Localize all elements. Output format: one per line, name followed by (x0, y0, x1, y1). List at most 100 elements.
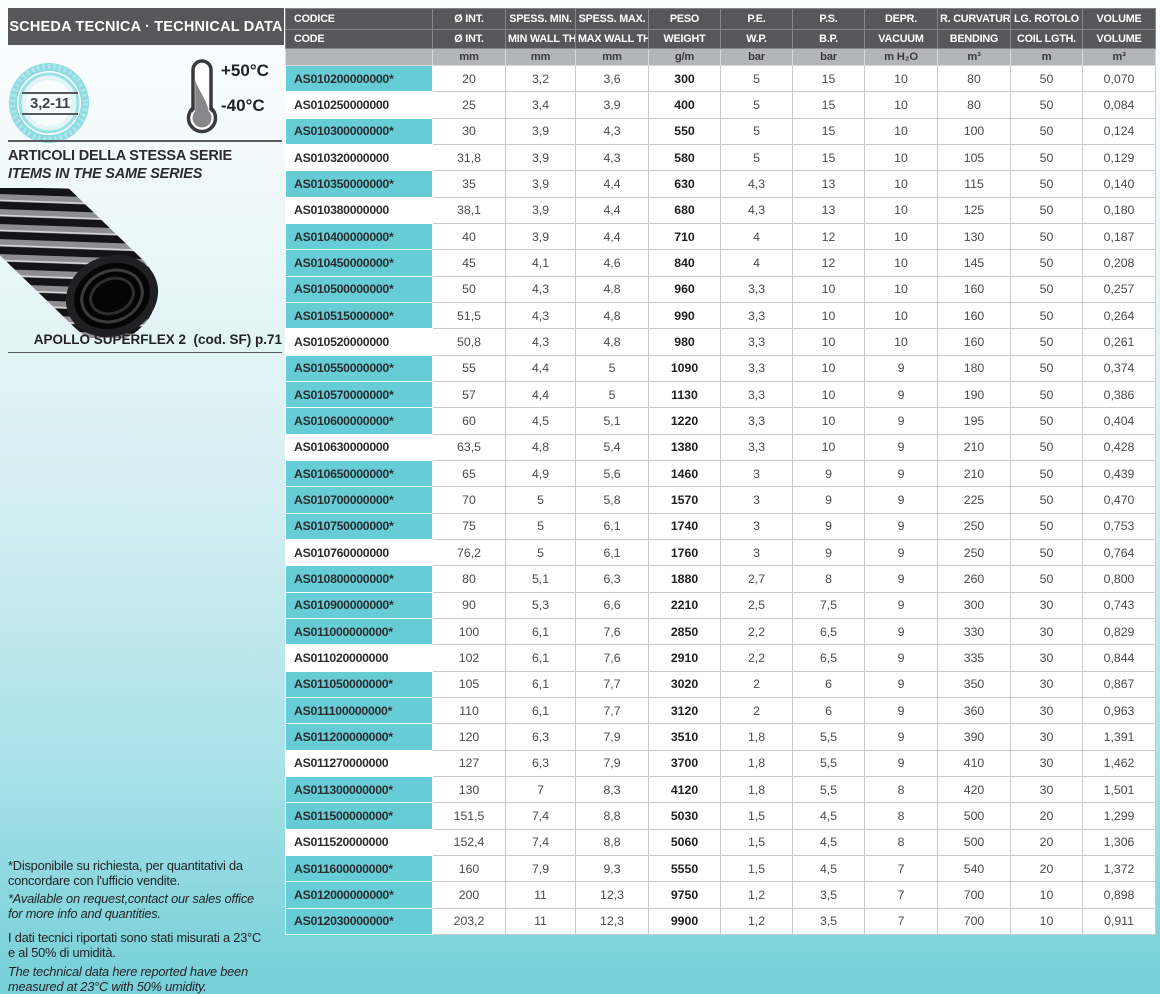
column-unit: m H₂O (864, 48, 938, 66)
value-cell: 9 (792, 538, 865, 567)
value-cell: 1570 (648, 486, 721, 514)
value-cell: 540 (937, 854, 1011, 883)
value-cell: 0,374 (1082, 354, 1156, 382)
value-cell: 50 (1010, 538, 1083, 567)
code-cell: AS010300000000* (285, 117, 433, 145)
value-cell: 3120 (648, 696, 721, 725)
value-cell: 580 (648, 143, 721, 172)
value-cell: 5 (575, 380, 649, 409)
column-header-en: B.P. (792, 29, 865, 49)
same-series-heading-en: ITEMS IN THE SAME SERIES (8, 166, 203, 182)
value-cell: 57 (432, 380, 506, 409)
value-cell: 5,8 (575, 486, 649, 514)
table-row: AS010900000000* 90 5,3 6,6 2210 2,5 7,5 9 300 30 0… (285, 591, 1156, 619)
code-cell: AS011000000000* (285, 617, 433, 646)
value-cell: 7 (864, 907, 938, 935)
column-header-it: VOLUME (1082, 8, 1156, 30)
value-cell: 1,306 (1082, 828, 1156, 856)
value-cell: 160 (432, 854, 506, 883)
code-cell: AS010570000000* (285, 380, 433, 409)
value-cell: 5,4 (575, 433, 649, 461)
value-cell: 9 (864, 380, 938, 409)
code-cell: AS010800000000* (285, 565, 433, 593)
value-cell: 30 (1010, 644, 1083, 672)
value-cell: 4,3 (720, 170, 793, 198)
value-cell: 335 (937, 644, 1011, 672)
value-cell: 1,8 (720, 723, 793, 751)
value-cell: 10 (864, 301, 938, 330)
value-cell: 105 (432, 670, 506, 698)
thermometer-icon (186, 59, 218, 134)
column-unit: m³ (1082, 48, 1156, 66)
column-unit: m (1010, 48, 1083, 66)
table-row: AS011300000000* 130 7 8,3 4120 1,8 5,5 8 420 30 1,… (285, 775, 1156, 804)
column-unit: g/m (648, 48, 721, 66)
column-header-it: Ø INT. (432, 8, 506, 30)
footnote-measurement-it: I dati tecnici riportati sono stati misu… (8, 930, 262, 961)
value-cell: 225 (937, 486, 1011, 514)
code-cell: AS010630000000 (285, 433, 433, 461)
value-cell: 11 (505, 907, 576, 935)
value-cell: 20 (1010, 802, 1083, 830)
code-cell: AS010650000000* (285, 459, 433, 488)
value-cell: 10 (864, 170, 938, 198)
value-cell: 130 (937, 222, 1011, 251)
value-cell: 3510 (648, 723, 721, 751)
table-row: AS010200000000* 20 3,2 3,6 300 5 15 10 80 50 0,070 (285, 64, 1156, 93)
value-cell: 300 (937, 591, 1011, 619)
value-cell: 12 (792, 249, 865, 277)
code-cell: AS011100000000* (285, 696, 433, 725)
value-cell: 2850 (648, 617, 721, 646)
value-cell: 10 (864, 249, 938, 277)
value-cell: 15 (792, 91, 865, 119)
column-header-it: CODICE (285, 8, 433, 30)
value-cell: 6,1 (505, 696, 576, 725)
table-row: AS011050000000* 105 6,1 7,7 3020 2 6 9 350 30 0,86… (285, 670, 1156, 698)
value-cell: 75 (432, 512, 506, 540)
value-cell: 1,391 (1082, 723, 1156, 751)
column-unit: bar (720, 48, 793, 66)
value-cell: 1,5 (720, 854, 793, 883)
value-cell: 700 (937, 881, 1011, 909)
code-cell: AS011200000000* (285, 723, 433, 751)
value-cell: 4,5 (792, 802, 865, 830)
value-cell: 5060 (648, 828, 721, 856)
value-cell: 30 (1010, 591, 1083, 619)
value-cell: 20 (432, 64, 506, 93)
table-row: AS010760000000 76,2 5 6,1 1760 3 9 9 250 50 0,764 (285, 538, 1156, 567)
value-cell: 7 (864, 881, 938, 909)
value-cell: 200 (432, 881, 506, 909)
table-row: AS011600000000* 160 7,9 9,3 5550 1,5 4,5 7 540 20… (285, 854, 1156, 883)
value-cell: 5550 (648, 854, 721, 883)
technical-data-table: CODICE Ø INT. SPESS. MIN. SPESS. MAX. PESO P.… (285, 8, 1156, 935)
value-cell: 0,963 (1082, 696, 1156, 725)
value-cell: 7,6 (575, 644, 649, 672)
value-cell: 4,4 (575, 170, 649, 198)
value-cell: 960 (648, 275, 721, 303)
value-cell: 10 (792, 433, 865, 461)
value-cell: 10 (864, 328, 938, 356)
column-header-en: VOLUME (1082, 29, 1156, 49)
column-unit: m³ (937, 48, 1011, 66)
value-cell: 50 (1010, 433, 1083, 461)
value-cell: 3020 (648, 670, 721, 698)
column-header-it: P.E. (720, 8, 793, 30)
code-cell: AS010600000000* (285, 407, 433, 435)
value-cell: 50 (1010, 275, 1083, 303)
value-cell: 9 (864, 433, 938, 461)
column-header-en: W.P. (720, 29, 793, 49)
value-cell: 6,1 (505, 644, 576, 672)
value-cell: 6,3 (505, 749, 576, 777)
value-cell: 1,8 (720, 775, 793, 804)
value-cell: 9 (864, 617, 938, 646)
value-cell: 1130 (648, 380, 721, 409)
value-cell: 3700 (648, 749, 721, 777)
value-cell: 840 (648, 249, 721, 277)
table-row: AS010750000000* 75 5 6,1 1740 3 9 9 250 50 0,753 (285, 512, 1156, 540)
value-cell: 30 (1010, 670, 1083, 698)
value-cell: 10 (792, 380, 865, 409)
value-cell: 10 (792, 407, 865, 435)
value-cell: 360 (937, 696, 1011, 725)
column-header-it: PESO (648, 8, 721, 30)
value-cell: 2910 (648, 644, 721, 672)
